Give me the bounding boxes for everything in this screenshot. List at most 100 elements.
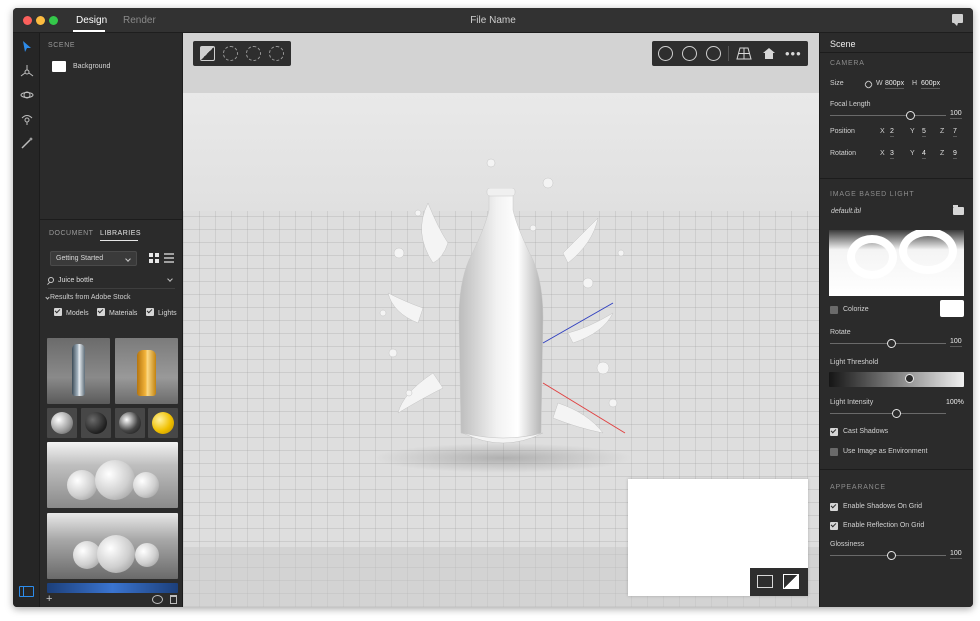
panel-toggle-icon[interactable] <box>19 586 34 597</box>
more-icon[interactable]: ••• <box>785 46 802 61</box>
light-thumbnail[interactable] <box>47 442 178 508</box>
position-x-axis-label: X <box>880 128 885 135</box>
rotation-z-input[interactable]: 9 <box>953 150 957 159</box>
material-thumbnail[interactable] <box>81 408 111 438</box>
library-search[interactable]: Juice bottle <box>48 275 175 289</box>
position-x-input[interactable]: 2 <box>890 128 894 137</box>
section-divider <box>820 178 973 179</box>
viewport-canvas[interactable]: ••• <box>183 33 819 607</box>
render-preview[interactable] <box>628 479 808 596</box>
enable-reflection-on-grid-checkbox[interactable] <box>830 522 838 530</box>
rotate-label: Rotate <box>830 329 851 336</box>
ibl-light-shape <box>847 235 897 279</box>
search-input[interactable]: Juice bottle <box>58 277 93 284</box>
perspective-grid-icon[interactable] <box>736 47 752 60</box>
app-window: Design Render File Name SCENE Background <box>13 8 973 607</box>
chevron-down-icon[interactable] <box>167 276 173 282</box>
list-view-icon[interactable] <box>164 253 174 263</box>
orbit-gizmo-icon[interactable] <box>19 87 34 102</box>
material-thumbnail[interactable] <box>47 408 77 438</box>
ibl-preview-image[interactable] <box>829 230 964 296</box>
juice-bottle-model-image <box>137 350 156 396</box>
checkbox-checked-icon <box>54 308 62 316</box>
height-input[interactable]: 600px <box>921 80 941 89</box>
light-thumbnail[interactable] <box>47 583 178 593</box>
light-intensity-slider[interactable] <box>830 413 946 414</box>
light-thumbnail[interactable] <box>47 513 178 579</box>
light-sphere-image <box>67 470 97 500</box>
move-gizmo-icon[interactable] <box>19 63 34 78</box>
tab-design-indicator <box>73 30 105 32</box>
position-label: Position <box>830 128 855 135</box>
add-icon[interactable]: + <box>46 593 52 605</box>
dolly-camera-icon[interactable] <box>706 46 721 61</box>
light-intensity-slider-handle[interactable] <box>892 409 901 418</box>
rotation-y-input[interactable]: 4 <box>922 150 926 159</box>
light-intensity-label: Light Intensity <box>830 399 874 406</box>
library-footer: + <box>40 593 183 607</box>
subtract-selection-icon[interactable] <box>269 46 284 61</box>
width-input[interactable]: 800px <box>885 80 905 89</box>
material-picker-icon[interactable] <box>200 46 215 61</box>
folder-icon[interactable] <box>953 205 964 215</box>
select-arrow-icon[interactable] <box>19 39 34 54</box>
light-threshold-label: Light Threshold <box>830 359 879 366</box>
chat-bubble-icon[interactable] <box>952 14 963 26</box>
library-select[interactable]: Getting Started <box>50 251 137 266</box>
glossiness-input[interactable]: 100 <box>950 550 962 559</box>
add-selection-icon[interactable] <box>246 46 261 61</box>
results-header[interactable]: Results from Adobe Stock <box>50 294 131 301</box>
light-threshold-slider-handle[interactable] <box>905 374 914 383</box>
cast-shadows-checkbox[interactable] <box>830 428 838 436</box>
creative-cloud-icon[interactable] <box>152 595 163 604</box>
pan-camera-icon[interactable] <box>682 46 697 61</box>
left-panel: SCENE Background DOCUMENT LIBRARIES Gett… <box>40 33 183 607</box>
focal-length-input[interactable]: 100 <box>950 110 962 119</box>
scene-item-background[interactable]: Background <box>73 63 110 70</box>
home-icon[interactable] <box>763 48 775 59</box>
focal-length-slider-handle[interactable] <box>906 111 915 120</box>
rotation-y-axis-label: Y <box>910 150 915 157</box>
checkbox-checked-icon <box>146 308 154 316</box>
focal-length-slider[interactable] <box>830 115 946 116</box>
filter-materials-checkbox[interactable]: Materials <box>97 308 137 317</box>
filter-lights-checkbox[interactable]: Lights <box>146 308 177 317</box>
colorize-checkbox[interactable] <box>830 306 838 314</box>
colorize-color-swatch[interactable] <box>940 300 964 317</box>
camera-header: CAMERA <box>830 60 865 67</box>
glossiness-slider-handle[interactable] <box>887 551 896 560</box>
background-swatch[interactable] <box>52 61 66 72</box>
asset-thumbnail[interactable] <box>47 338 110 404</box>
orbit-camera-icon[interactable] <box>658 46 673 61</box>
asset-thumbnail[interactable] <box>115 338 178 404</box>
use-image-as-environment-checkbox[interactable] <box>830 448 838 456</box>
link-icon[interactable] <box>863 79 874 90</box>
appearance-header: APPEARANCE <box>830 484 886 491</box>
rotate-slider-handle[interactable] <box>887 339 896 348</box>
rotation-x-input[interactable]: 3 <box>890 150 894 159</box>
magic-wand-icon[interactable] <box>19 135 34 150</box>
trash-icon[interactable] <box>170 595 177 604</box>
material-thumbnail[interactable] <box>148 408 178 438</box>
tab-libraries[interactable]: LIBRARIES <box>100 230 141 237</box>
render-preview-icon[interactable] <box>757 575 773 588</box>
grid-view-icon[interactable] <box>149 253 159 263</box>
filter-models-checkbox[interactable]: Models <box>54 308 89 317</box>
light-threshold-gradient-slider[interactable] <box>829 372 964 387</box>
preview-toolbar <box>750 568 808 596</box>
position-z-input[interactable]: 7 <box>953 128 957 137</box>
filter-models-label: Models <box>66 310 89 317</box>
preview-size-icon[interactable] <box>783 574 799 589</box>
position-y-input[interactable]: 5 <box>922 128 926 137</box>
height-axis-label: H <box>912 80 918 87</box>
libraries-section: DOCUMENT LIBRARIES Getting Started Juice… <box>40 219 183 607</box>
selection-toolbar <box>193 41 291 66</box>
material-thumbnail[interactable] <box>115 408 145 438</box>
selection-circle-icon[interactable] <box>223 46 238 61</box>
rotate-input[interactable]: 100 <box>950 338 962 347</box>
tab-document[interactable]: DOCUMENT <box>49 230 93 237</box>
light-intensity-value[interactable]: 100% <box>946 399 964 407</box>
enable-shadows-on-grid-checkbox[interactable] <box>830 503 838 511</box>
light-sphere-image <box>97 535 135 573</box>
sample-eyedropper-icon[interactable] <box>19 111 34 126</box>
